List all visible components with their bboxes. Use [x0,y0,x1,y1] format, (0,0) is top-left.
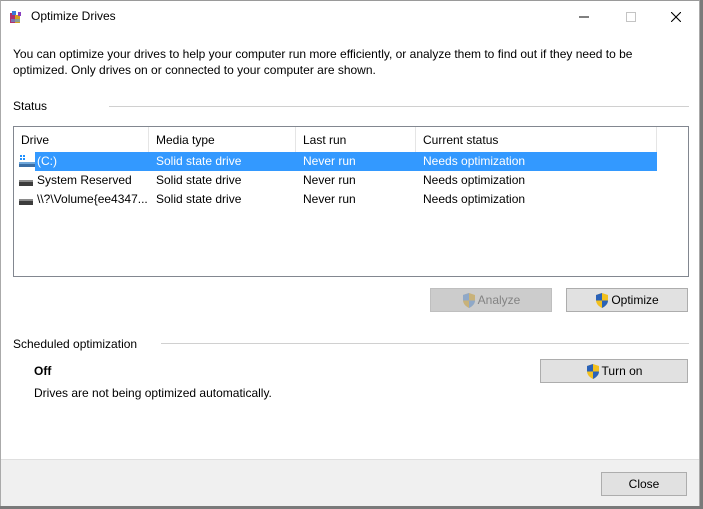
schedule-description: Drives are not being optimized automatic… [34,386,272,400]
close-icon [671,11,681,22]
drive-name: \\?\Volume{ee4347... [37,192,148,206]
optimize-drives-window: Optimize Drives You can optimize your dr… [0,0,700,506]
maximize-icon [626,11,636,22]
turn-on-label: Turn on [601,364,643,378]
optimize-label: Optimize [611,293,659,307]
column-header-last-run[interactable]: Last run [296,127,416,152]
column-header-current-status[interactable]: Current status [416,127,657,152]
turn-on-button[interactable]: Turn on [540,359,688,383]
media-type: Solid state drive [156,173,242,187]
last-run: Never run [303,154,356,168]
minimize-button[interactable] [561,1,607,32]
drive-row[interactable]: (C:) Solid state drive Never run Needs o… [14,152,657,171]
analyze-label: Analyze [477,293,521,307]
close-window-button[interactable] [653,1,699,32]
defrag-app-icon [10,11,21,23]
schedule-state: Off [34,364,52,378]
media-type: Solid state drive [156,192,242,206]
last-run: Never run [303,192,356,206]
list-header: Drive Media type Last run Current status [14,127,657,152]
drive-name: System Reserved [37,173,132,187]
analyze-button[interactable]: Analyze [430,288,552,312]
minimize-icon [579,16,589,17]
current-status: Needs optimization [423,192,526,206]
column-header-media-type[interactable]: Media type [149,127,296,152]
uac-shield-icon [586,363,599,379]
footer-bar: Close [1,459,699,506]
status-separator [109,106,689,107]
windows-drive-icon [19,155,35,167]
uac-shield-icon [596,292,609,308]
current-status: Needs optimization [423,154,526,168]
drive-row[interactable]: \\?\Volume{ee4347... Solid state drive N… [14,190,657,209]
hard-drive-icon [19,199,33,205]
maximize-button[interactable] [608,1,654,32]
last-run: Never run [303,173,356,187]
scheduled-section-label: Scheduled optimization [13,337,138,351]
close-button[interactable]: Close [601,472,687,496]
optimize-button[interactable]: Optimize [566,288,688,312]
drive-row[interactable]: System Reserved Solid state drive Never … [14,171,657,190]
drive-name: (C:) [37,154,57,168]
media-type: Solid state drive [156,154,242,168]
scheduled-separator [161,343,689,344]
title-bar[interactable]: Optimize Drives [1,1,699,32]
column-header-drive[interactable]: Drive [14,127,149,152]
window-title: Optimize Drives [31,9,116,23]
hard-drive-icon [19,180,33,186]
drives-list[interactable]: Drive Media type Last run Current status… [13,126,689,277]
status-section-label: Status [13,99,48,113]
uac-shield-icon [462,292,475,308]
current-status: Needs optimization [423,173,526,187]
intro-text: You can optimize your drives to help you… [13,47,633,77]
